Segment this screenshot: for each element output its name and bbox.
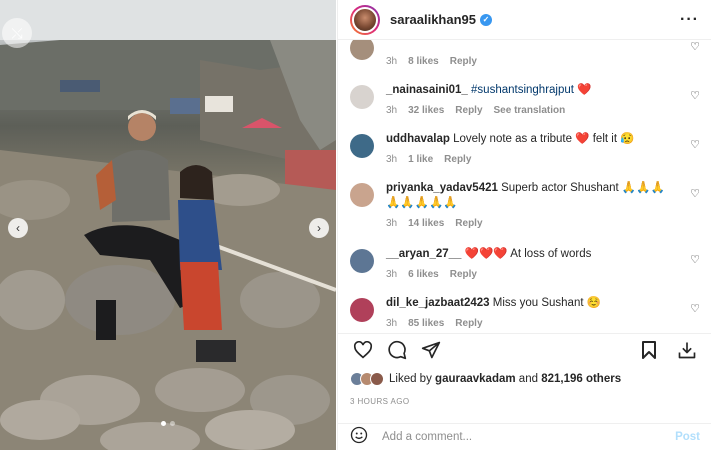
like-comment-heart-icon[interactable]: ♡ (690, 302, 700, 315)
comment-username[interactable]: __aryan_27__ (386, 248, 461, 260)
post-details-panel: saraalikhan95 ✓ ··· 3h 8 likes Reply ♡ _… (337, 0, 711, 450)
comment-item: dil_ke_jazbaat2423 Miss you Sushant ☺️ 3… (350, 296, 700, 330)
comment-time: 3h (386, 318, 398, 329)
comment-username[interactable]: priyanka_yadav5421 (386, 182, 498, 194)
author-avatar[interactable] (350, 4, 380, 35)
share-send-icon[interactable] (418, 337, 444, 363)
comment-text: Miss you Sushant ☺️ (492, 297, 602, 309)
commenter-avatar[interactable] (350, 298, 374, 322)
comment-reply-button[interactable]: Reply (455, 216, 482, 231)
comment-time: 3h (386, 105, 398, 116)
carousel-dot (170, 421, 175, 426)
like-comment-heart-icon[interactable]: ♡ (690, 187, 700, 200)
download-icon[interactable] (674, 337, 700, 363)
comments-list: 3h 8 likes Reply ♡ _nainasaini01_ #susha… (338, 40, 711, 330)
comment-likes[interactable]: 8 likes (408, 54, 439, 69)
comment-reply-button[interactable]: Reply (444, 152, 471, 167)
comment-reply-button[interactable]: Reply (455, 103, 482, 118)
comment-likes[interactable]: 14 likes (408, 216, 444, 231)
likes-others-count[interactable]: 821,196 others (541, 373, 621, 385)
comment-item: _nainasaini01_ #sushantsinghrajput ❤️ 3h… (350, 83, 700, 118)
add-comment-bar: Post (338, 423, 711, 450)
comment-text: ❤️ (577, 84, 592, 96)
commenter-avatar[interactable] (350, 40, 374, 60)
likes-summary: Liked by gauraavkadam and 821,196 others (350, 372, 621, 386)
like-comment-heart-icon[interactable]: ♡ (690, 40, 700, 53)
like-heart-icon[interactable] (350, 337, 376, 363)
comment-item: __aryan_27__ ❤️❤️❤️ At loss of words 3h … (350, 247, 700, 282)
comment-item: uddhavalap Lovely note as a tribute ❤️ f… (350, 132, 700, 167)
comment-text: Lovely note as a tribute ❤️ felt it 😥 (453, 133, 635, 145)
comment-likes[interactable]: 1 like (408, 152, 433, 167)
like-comment-heart-icon[interactable]: ♡ (690, 89, 700, 102)
commenter-avatar[interactable] (350, 85, 374, 109)
emoji-smiley-icon[interactable] (350, 426, 368, 449)
comment-reply-button[interactable]: Reply (450, 54, 477, 69)
like-comment-heart-icon[interactable]: ♡ (690, 138, 700, 151)
liked-by-label: Liked by (389, 373, 432, 385)
liker-avatars[interactable] (350, 372, 384, 386)
comment-hashtag[interactable]: #sushantsinghrajput (471, 84, 574, 96)
post-timestamp: 3 HOURS AGO (350, 397, 410, 406)
post-photo: ⤯ ‹ › (0, 0, 336, 450)
commenter-avatar[interactable] (350, 134, 374, 158)
comment-likes[interactable]: 6 likes (408, 267, 439, 282)
comment-bubble-icon[interactable] (384, 337, 410, 363)
photo-scene (0, 0, 336, 450)
verified-badge-icon: ✓ (480, 13, 493, 26)
comment-item: priyanka_yadav5421 Superb actor Shushant… (350, 181, 700, 231)
comment-username[interactable]: dil_ke_jazbaat2423 (386, 297, 490, 309)
commenter-avatar[interactable] (350, 249, 374, 273)
comment-text: ❤️❤️❤️ At loss of words (464, 248, 592, 260)
carousel-indicator (0, 421, 336, 426)
like-comment-heart-icon[interactable]: ♡ (690, 253, 700, 266)
comment-time: 3h (386, 56, 398, 67)
comment-time: 3h (386, 154, 398, 165)
previous-photo-button[interactable]: ‹ (8, 218, 28, 238)
commenter-avatar[interactable] (350, 183, 374, 207)
comment-reply-button[interactable]: Reply (455, 316, 482, 330)
post-actions (338, 333, 711, 365)
comment-time: 3h (386, 269, 398, 280)
comment-likes[interactable]: 32 likes (408, 103, 444, 118)
post-header: saraalikhan95 ✓ ··· (338, 0, 711, 40)
liked-by-user[interactable]: gauraavkadam (435, 373, 516, 385)
save-bookmark-icon[interactable] (636, 337, 662, 363)
comment-username[interactable]: uddhavalap (386, 133, 450, 145)
repost-icon[interactable]: ⤯ (2, 18, 32, 48)
next-photo-button[interactable]: › (309, 218, 329, 238)
comment-likes[interactable]: 85 likes (408, 316, 444, 330)
comment-item: 3h 8 likes Reply ♡ (350, 40, 700, 69)
comment-username[interactable]: _nainasaini01_ (386, 84, 468, 96)
add-comment-input[interactable] (382, 431, 676, 443)
see-translation-button[interactable]: See translation (494, 103, 566, 118)
carousel-dot-active (161, 421, 166, 426)
more-horizontal-icon[interactable]: ··· (680, 11, 699, 29)
likes-and-label: and (518, 373, 538, 385)
author-username[interactable]: saraalikhan95 (390, 12, 476, 27)
post-comment-button[interactable]: Post (675, 431, 700, 443)
comment-time: 3h (386, 218, 398, 229)
comment-reply-button[interactable]: Reply (450, 267, 477, 282)
